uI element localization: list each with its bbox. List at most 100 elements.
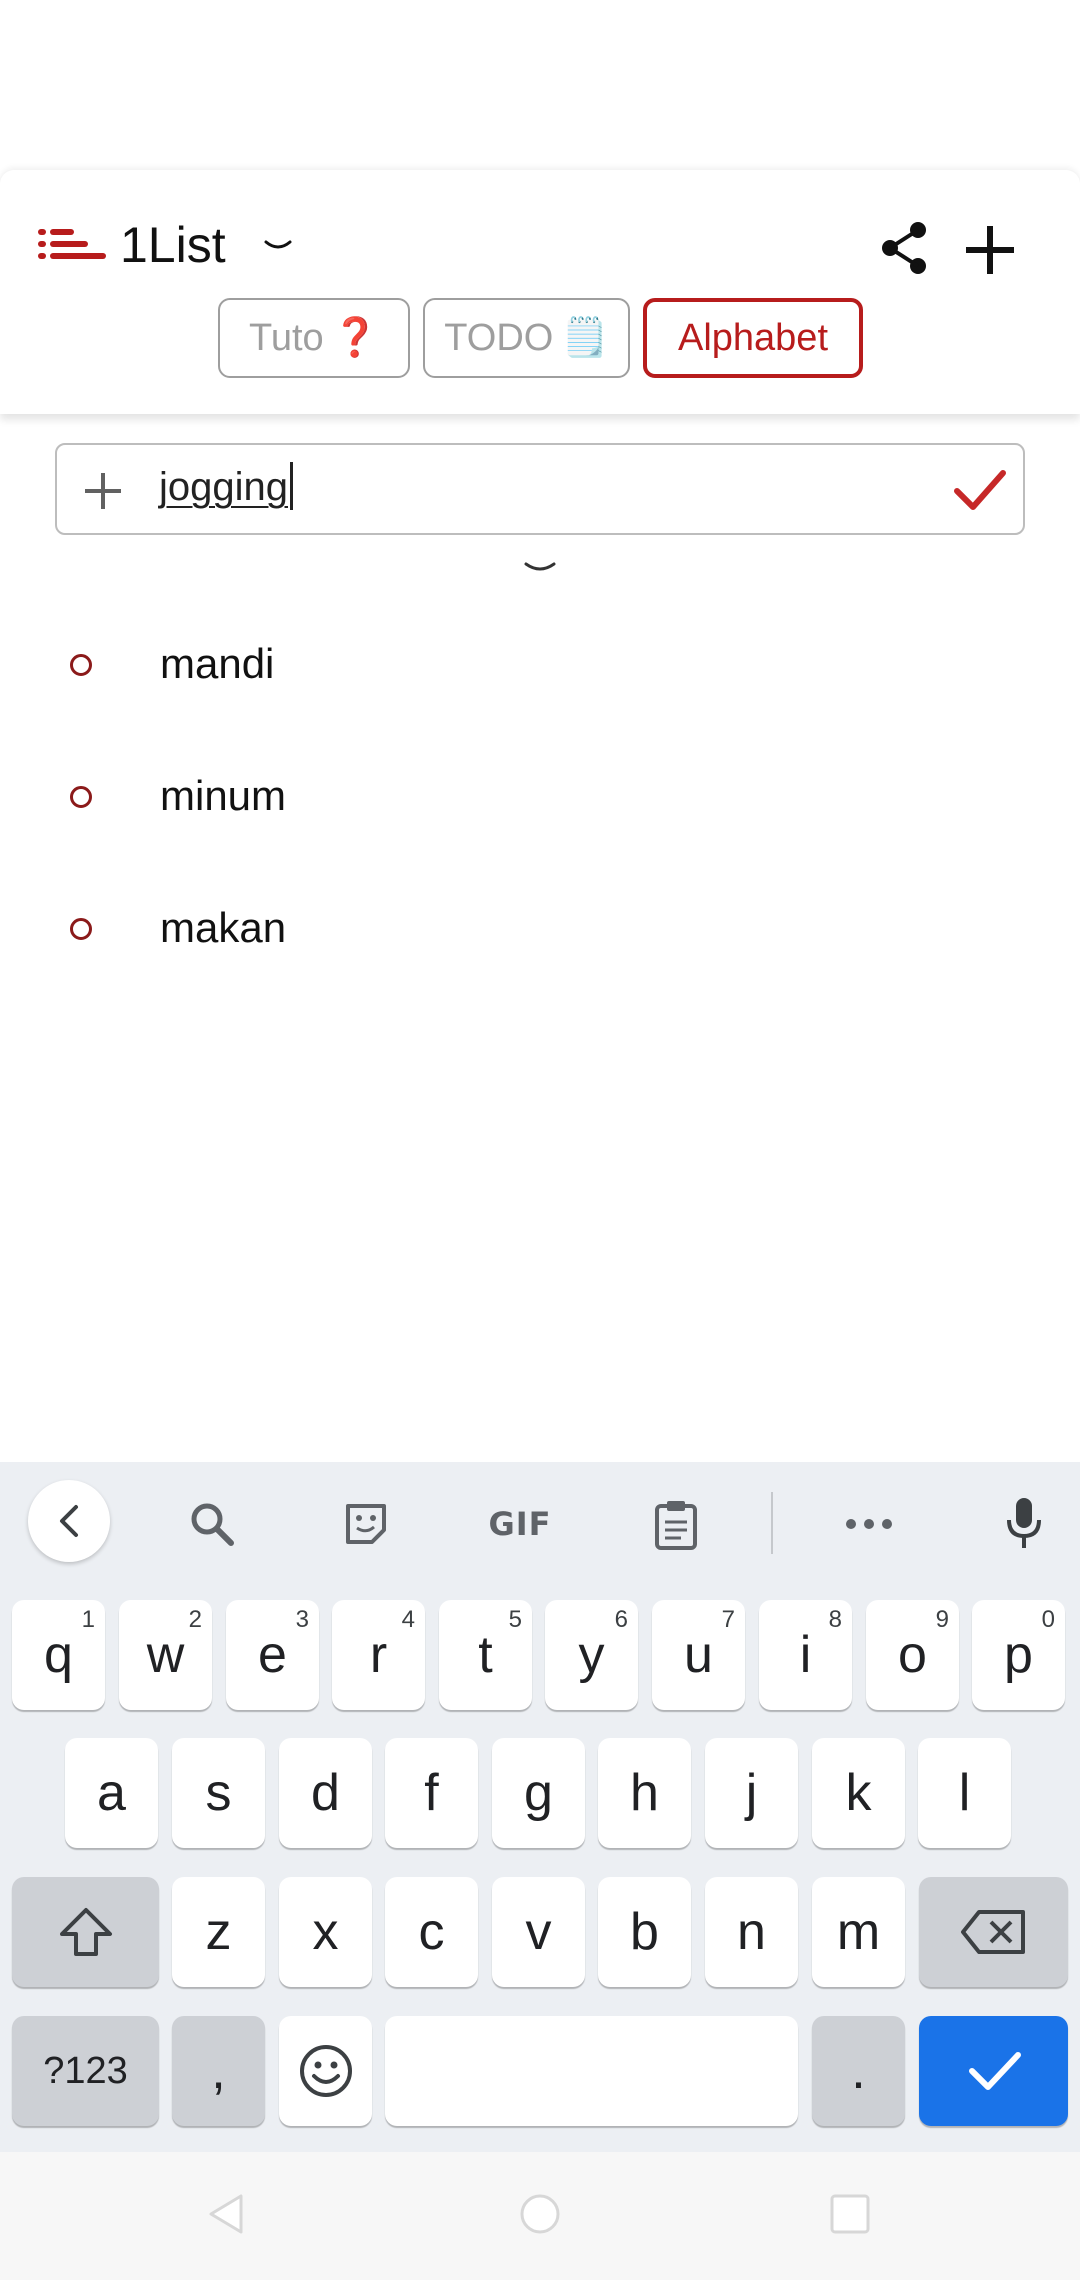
tab-tuto[interactable]: Tuto ❓ [218,298,410,378]
backspace-key[interactable] [919,1877,1068,1987]
list-item-label: minum [160,772,287,819]
share-icon[interactable] [878,220,930,276]
key-i[interactable]: i8 [759,1600,852,1710]
item-bullet-icon[interactable] [70,918,92,940]
key-y[interactable]: y6 [545,1600,638,1710]
key-v[interactable]: v [492,1877,585,1987]
key-w[interactable]: w2 [119,1600,212,1710]
toolbar-back-button[interactable] [28,1480,110,1562]
key-label: r [369,1626,388,1684]
key-label: j [745,1764,758,1822]
microphone-icon[interactable] [998,1498,1050,1550]
key-label: z [205,1903,232,1961]
key-label: f [424,1764,439,1822]
key-label: k [845,1764,872,1822]
key-m[interactable]: m [812,1877,905,1987]
chevron-left-icon [60,1505,78,1537]
key-label: v [525,1903,552,1961]
key-label: , [211,2042,226,2100]
chevron-down-icon[interactable] [262,236,294,256]
space-key[interactable] [385,2016,798,2126]
comma-key[interactable]: , [172,2016,265,2126]
confirm-check-icon[interactable] [953,467,1007,515]
key-b[interactable]: b [598,1877,691,1987]
key-l[interactable]: l [918,1738,1011,1848]
period-key[interactable]: . [812,2016,905,2126]
key-n[interactable]: n [705,1877,798,1987]
sticker-icon[interactable] [340,1498,392,1550]
item-bullet-icon[interactable] [70,654,92,676]
tab-todo[interactable]: TODO 🗒️ [423,298,630,378]
key-s[interactable]: s [172,1738,265,1848]
gif-icon[interactable]: GIF [480,1498,560,1550]
key-label: e [258,1626,287,1684]
key-label: a [97,1764,126,1822]
tab-label: Alphabet [677,316,828,359]
soft-keyboard: GIF q1 w2 e3 r4 t5 y6 u7 i8 o9 p0 a s d … [0,1462,1080,2152]
list-item-label: mandi [160,640,275,687]
key-k[interactable]: k [812,1738,905,1848]
search-icon[interactable] [186,1498,238,1550]
list-item[interactable]: makan [0,882,1080,982]
clipboard-icon[interactable] [650,1498,702,1550]
list-item-label: makan [160,904,287,951]
more-options-icon[interactable] [843,1498,895,1550]
list-tabs: Tuto ❓ TODO 🗒️ Alphabet [0,298,1080,380]
key-h[interactable]: h [598,1738,691,1848]
list-item[interactable]: minum [0,750,1080,850]
key-label: s [205,1764,232,1822]
item-bullet-icon[interactable] [70,786,92,808]
key-t[interactable]: t5 [439,1600,532,1710]
key-hint: 0 [1041,1606,1055,1633]
emoji-key[interactable] [279,2016,372,2126]
key-hint: 7 [721,1606,735,1633]
symbols-key[interactable]: ?123 [12,2016,159,2126]
list-logo-icon[interactable] [38,227,108,267]
key-f[interactable]: f [385,1738,478,1848]
key-label: w [146,1626,185,1684]
key-e[interactable]: e3 [226,1600,319,1710]
key-label: p [1004,1626,1033,1684]
key-c[interactable]: c [385,1877,478,1987]
key-g[interactable]: g [492,1738,585,1848]
key-d[interactable]: d [279,1738,372,1848]
add-item-input[interactable]: jogging [159,462,294,511]
keyboard-toolbar: GIF [0,1462,1080,1582]
nav-back-icon[interactable] [205,2192,245,2236]
key-r[interactable]: r4 [332,1600,425,1710]
backspace-icon [960,1910,1025,1954]
key-j[interactable]: j [705,1738,798,1848]
key-hint: 9 [935,1606,949,1633]
key-label: n [737,1903,766,1961]
key-u[interactable]: u7 [652,1600,745,1710]
key-z[interactable]: z [172,1877,265,1987]
key-label: m [836,1903,881,1961]
emoji-icon [299,2045,352,2097]
key-label: h [630,1764,659,1822]
key-hint: 1 [81,1606,95,1633]
tab-alphabet[interactable]: Alphabet [643,298,863,378]
add-list-button[interactable] [960,220,1020,280]
enter-key[interactable] [919,2016,1068,2126]
chevron-down-icon[interactable] [520,560,560,578]
plus-icon [85,473,121,509]
add-item-field[interactable]: jogging [55,443,1025,535]
key-p[interactable]: p0 [972,1600,1065,1710]
key-o[interactable]: o9 [866,1600,959,1710]
shift-key[interactable] [12,1877,159,1987]
tab-label: TODO [444,316,554,359]
list-item[interactable]: mandi [0,618,1080,718]
key-label: d [311,1764,340,1822]
nav-recents-icon[interactable] [828,2192,872,2236]
input-value: jogging [159,465,289,509]
app-header: 1List Tuto ❓ TODO 🗒️ Alphabet [0,170,1080,414]
key-a[interactable]: a [65,1738,158,1848]
nav-home-icon[interactable] [518,2192,562,2236]
key-q[interactable]: q1 [12,1600,105,1710]
key-label: q [44,1626,73,1684]
question-icon: ❓ [331,317,379,359]
key-hint: 4 [401,1606,415,1633]
key-x[interactable]: x [279,1877,372,1987]
list-title[interactable]: 1List [120,216,226,274]
key-label: u [684,1626,713,1684]
